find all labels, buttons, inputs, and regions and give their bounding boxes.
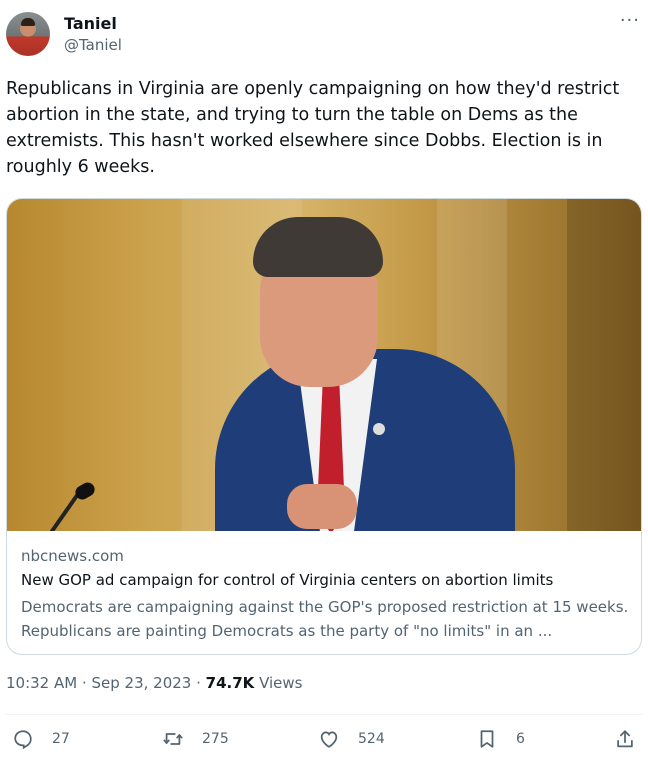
card-image[interactable]	[7, 199, 641, 531]
bookmark-count: 6	[516, 731, 525, 747]
reply-button[interactable]: 27	[12, 728, 70, 750]
views-count: 74.7K	[205, 674, 255, 692]
card-title: New GOP ad campaign for control of Virgi…	[21, 571, 554, 589]
link-card[interactable]: nbcnews.com New GOP ad campaign for cont…	[6, 198, 642, 655]
repost-button[interactable]: 275	[162, 728, 229, 750]
tweet-text: Republicans in Virginia are openly campa…	[6, 79, 620, 177]
action-bar: 27 275 524 6	[6, 724, 642, 758]
card-domain: nbcnews.com	[21, 547, 124, 565]
author-name[interactable]: Taniel	[64, 14, 117, 33]
share-icon	[617, 730, 633, 748]
repost-icon	[163, 733, 183, 745]
views-label: Views	[254, 674, 303, 692]
tweet-timestamp[interactable]: 10:32 AM · Sep 23, 2023 ·	[6, 674, 206, 692]
share-button[interactable]	[614, 728, 648, 750]
like-count: 524	[358, 731, 385, 747]
tweet-meta: 10:32 AM · Sep 23, 2023 · 74.7K Views	[6, 674, 302, 692]
card-description: Democrats are campaigning against the GO…	[21, 598, 629, 640]
bookmark-button[interactable]: 6	[476, 728, 525, 750]
reply-icon	[14, 730, 32, 750]
tweet-header: Taniel @Taniel ···	[6, 10, 642, 58]
divider	[6, 714, 642, 715]
avatar[interactable]	[6, 12, 50, 56]
reply-count: 27	[52, 731, 70, 747]
like-button[interactable]: 524	[318, 728, 385, 750]
repost-count: 275	[202, 731, 229, 747]
bookmark-icon	[480, 730, 494, 748]
author-handle[interactable]: @Taniel	[64, 36, 122, 54]
more-icon[interactable]: ···	[620, 10, 640, 31]
heart-icon	[320, 731, 338, 748]
